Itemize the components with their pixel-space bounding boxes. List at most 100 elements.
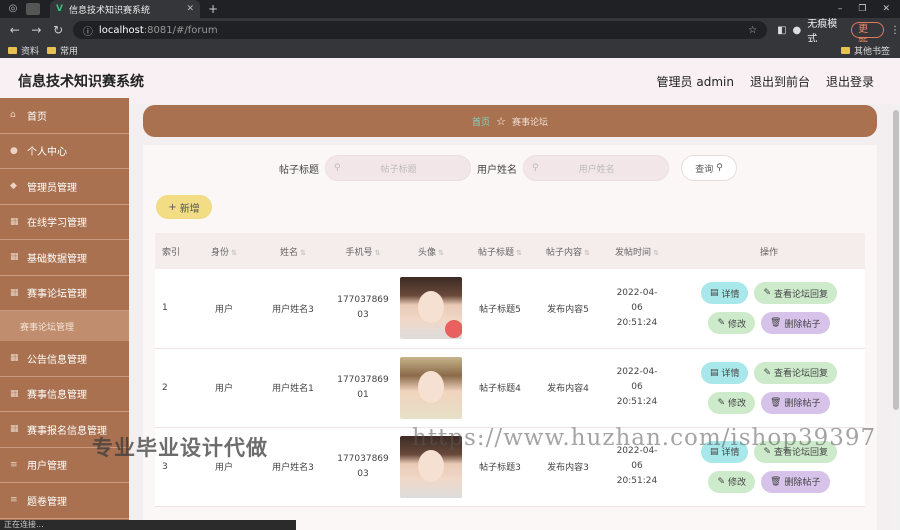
tab-title: 信息技术知识赛系统 [68, 5, 150, 16]
current-user: 管理员 admin [656, 74, 734, 89]
sidebar: ⌂ 首页 ● 个人中心 ◆ 管理员管理 ▦ 在线学习管理 ▦ 基础数据管理 ▦ 赛事论坛管理… [0, 98, 129, 530]
view-reply-button[interactable]: ✎ 查看论坛回复 [754, 282, 838, 305]
sidebar-item-home[interactable]: ⌂ 首页 [0, 98, 129, 134]
folder-icon [840, 46, 850, 54]
sidebar-item-base-data[interactable]: ▦ 基础数据管理 [0, 240, 129, 276]
col-title[interactable]: 帖子标题 ⇅ [465, 233, 535, 269]
sort-icon: ⇅ [516, 248, 522, 257]
user-search-input[interactable]: ⚲ 用户姓名 [523, 155, 669, 181]
bookmarks-bar: 资料 常用 其他书签 [0, 42, 900, 58]
search-icon: ⚲ [716, 163, 723, 173]
table-row: 1 用户 用户姓名3 17703786903 帖子标题5 发布内容5 2022-… [155, 269, 865, 348]
maximize-icon[interactable]: ❐ [858, 4, 866, 14]
browser-menu-icon[interactable]: ◎ [6, 2, 20, 16]
trash-icon: 🗑 [770, 318, 782, 329]
search-icon: ⚲ [532, 163, 539, 173]
update-button[interactable]: 更新 [851, 22, 885, 49]
grid-icon: ▦ [10, 216, 19, 227]
edit-button[interactable]: ✎ 修改 [708, 391, 756, 414]
vue-logo-icon: V [56, 4, 63, 14]
other-bookmarks[interactable]: 其他书签 [840, 44, 890, 57]
avatar[interactable] [400, 277, 462, 340]
info-icon[interactable]: ⓘ [83, 23, 93, 38]
watermark-right: https://www.huzhan.com/ishop39397 [412, 425, 877, 451]
edit-icon: ✎ [717, 397, 726, 408]
grid-icon: ▦ [10, 287, 19, 298]
logout-link[interactable]: 退出登录 [826, 73, 874, 90]
table-header-row: 索引 身份 ⇅ 姓名 ⇅ 手机号 ⇅ 头像 ⇅ 帖子标题 ⇅ 帖子内容 ⇅ 发帖时间 ⇅ 操作 [155, 233, 865, 269]
sort-icon: ⇅ [584, 248, 590, 257]
title-search-input[interactable]: ⚲ 帖子标题 [325, 155, 471, 181]
edit-icon: ✎ [763, 288, 772, 299]
sort-icon: ⇅ [374, 248, 381, 257]
star-icon: ☆ [496, 114, 506, 128]
sidebar-item-forum[interactable]: ▦ 赛事论坛管理 [0, 276, 129, 311]
back-icon[interactable]: ← [8, 23, 22, 37]
col-name[interactable]: 姓名 ⇅ [257, 233, 329, 269]
bookmark-star-icon[interactable]: ☆ [748, 25, 757, 36]
active-tab[interactable]: V 信息技术知识赛系统 ✕ [50, 0, 200, 18]
sidebar-item-admin[interactable]: ◆ 管理员管理 [0, 169, 129, 205]
sidebar-item-notice[interactable]: ▦ 公告信息管理 [0, 341, 129, 377]
detail-button[interactable]: ▤ 详情 [700, 282, 749, 305]
sidebar-item-profile[interactable]: ● 个人中心 [0, 134, 129, 169]
query-button[interactable]: 查询 ⚲ [681, 155, 737, 181]
col-phone[interactable]: 手机号 ⇅ [329, 233, 397, 269]
bookmark-folder[interactable]: 常用 [47, 44, 78, 57]
folder-icon [8, 46, 17, 54]
col-content[interactable]: 帖子内容 ⇅ [535, 233, 601, 269]
new-tab-icon[interactable]: + [208, 2, 218, 16]
breadcrumb: 首页 ☆ 赛事论坛 [143, 105, 877, 137]
search-row: 帖子标题 ⚲ 帖子标题 用户姓名 ⚲ 用户姓名 查询 ⚲ [279, 155, 737, 181]
grid-icon: ▦ [10, 353, 19, 364]
admin-icon: ◆ [10, 181, 17, 192]
forum-table: 索引 身份 ⇅ 姓名 ⇅ 手机号 ⇅ 头像 ⇅ 帖子标题 ⇅ 帖子内容 ⇅ 发帖时间 ⇅ 操作… [155, 233, 865, 507]
sidepanel-icon[interactable]: ◧ [777, 25, 786, 36]
edit-icon: ✎ [717, 318, 726, 329]
col-identity[interactable]: 身份 ⇅ [191, 233, 257, 269]
sidebar-subitem-forum[interactable]: 赛事论坛管理 [0, 311, 129, 341]
view-reply-button[interactable]: ✎ 查看论坛回复 [754, 361, 838, 384]
title-search-label: 帖子标题 [279, 164, 319, 176]
sidebar-item-online-study[interactable]: ▦ 在线学习管理 [0, 205, 129, 240]
sidebar-item-papers[interactable]: ≡ 题卷管理 [0, 483, 129, 519]
col-avatar[interactable]: 头像 ⇅ [397, 233, 465, 269]
col-time[interactable]: 发帖时间 ⇅ [601, 233, 673, 269]
scroll-thumb[interactable] [893, 110, 899, 410]
breadcrumb-current: 赛事论坛 [511, 117, 548, 128]
sidebar-item-event[interactable]: ▦ 赛事信息管理 [0, 377, 129, 412]
add-button[interactable]: + 新增 [156, 195, 212, 219]
breadcrumb-home[interactable]: 首页 [472, 115, 490, 128]
reload-icon[interactable]: ↻ [51, 23, 65, 37]
close-tab-icon[interactable]: ✕ [186, 4, 194, 14]
page-scrollbar[interactable] [892, 104, 900, 530]
edit-button[interactable]: ✎ 修改 [708, 470, 756, 493]
main-content: 帖子标题 ⚲ 帖子标题 用户姓名 ⚲ 用户姓名 查询 ⚲ + 新增 索引 身份 ⇅… [143, 145, 877, 530]
browser-status-bar: 正在连接... [0, 520, 296, 530]
browser-more-icon[interactable]: ⋮ [890, 25, 900, 36]
close-window-icon[interactable]: ✕ [882, 4, 890, 14]
sort-icon: ⇅ [231, 248, 237, 257]
avatar[interactable] [400, 356, 462, 419]
delete-button[interactable]: 🗑 删除帖子 [761, 470, 830, 493]
forward-icon[interactable]: → [30, 23, 44, 37]
delete-button[interactable]: 🗑 删除帖子 [761, 391, 830, 414]
trash-icon: 🗑 [770, 476, 782, 487]
incognito-icon: ● [792, 24, 802, 36]
url-host: localhost [98, 24, 144, 36]
minimize-icon[interactable]: – [838, 4, 843, 14]
incognito-label: 无痕模式 [807, 19, 838, 45]
edit-button[interactable]: ✎ 修改 [708, 312, 756, 335]
list-icon: ≡ [10, 495, 18, 506]
inactive-tab[interactable] [26, 3, 40, 15]
detail-button[interactable]: ▤ 详情 [700, 361, 749, 384]
delete-button[interactable]: 🗑 删除帖子 [761, 312, 830, 335]
grid-icon: ▦ [10, 252, 19, 263]
user-icon: ● [10, 145, 18, 156]
edit-icon: ✎ [717, 476, 726, 487]
back-to-front-link[interactable]: 退出到前台 [750, 73, 810, 90]
bookmark-folder[interactable]: 资料 [8, 44, 39, 57]
grid-icon: ▦ [10, 388, 19, 399]
url-field[interactable]: ⓘ localhost :8081/#/forum ☆ [72, 21, 768, 39]
window-controls: – ❐ ✕ [838, 4, 900, 14]
